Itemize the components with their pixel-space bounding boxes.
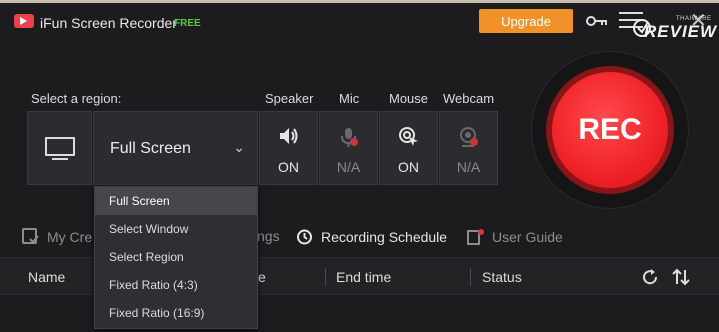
microphone-icon (340, 128, 358, 147)
tab-my-creations[interactable]: My Cre (22, 228, 92, 245)
speaker-toggle[interactable]: ON (259, 111, 318, 185)
column-divider (470, 268, 471, 286)
sort-icon[interactable] (672, 268, 690, 286)
region-label: Select a region: (31, 91, 122, 106)
mouse-click-icon (398, 127, 418, 146)
region-dropdown-menu: Full Screen Select Window Select Region … (94, 186, 258, 329)
rec-button-frame: REC (531, 51, 689, 209)
column-name[interactable]: Name (28, 269, 65, 285)
app-window: iFun Screen Recorder FREE Upgrade THAIWA… (0, 3, 719, 332)
webcam-toggle[interactable]: N/A (439, 111, 498, 185)
free-badge: FREE (174, 18, 201, 29)
key-icon[interactable] (586, 15, 608, 27)
webcam-status: N/A (456, 159, 481, 175)
region-select-value: Full Screen (110, 140, 191, 157)
guide-icon (467, 229, 484, 245)
speaker-label: Speaker (265, 91, 314, 106)
column-status[interactable]: Status (482, 269, 522, 285)
tab-my-creations-label: My Cre (47, 228, 93, 245)
dropdown-item-ratio-16-9[interactable]: Fixed Ratio (16:9) (95, 299, 257, 327)
tab-user-guide[interactable]: User Guide (467, 228, 563, 245)
mouse-label: Mouse (389, 91, 429, 106)
tab-settings[interactable]: ngs (257, 228, 280, 244)
refresh-icon[interactable] (641, 268, 659, 286)
speaker-icon (279, 128, 297, 144)
dropdown-item-full-screen[interactable]: Full Screen (95, 187, 257, 215)
chevron-down-icon: ⌄ (233, 139, 245, 155)
column-start-time[interactable]: e (258, 269, 266, 285)
column-divider (325, 268, 326, 286)
webcam-icon (459, 127, 478, 147)
speaker-status: ON (278, 159, 299, 175)
recorder-logo-icon (14, 14, 34, 28)
mic-status: N/A (336, 159, 361, 175)
dropdown-item-ratio-4-3[interactable]: Fixed Ratio (4:3) (95, 271, 257, 299)
region-select[interactable]: Full Screen ⌄ (93, 111, 258, 185)
rec-button[interactable]: REC (552, 72, 668, 188)
tab-recording-schedule-label: Recording Schedule (321, 228, 448, 245)
mouse-status: ON (398, 159, 419, 175)
title-bar: iFun Screen Recorder FREE Upgrade THAIWA… (0, 3, 719, 41)
full-screen-mode-button[interactable] (27, 111, 92, 185)
close-icon[interactable]: ✕ (690, 11, 707, 31)
mic-label: Mic (339, 91, 360, 106)
column-end-time[interactable]: End time (336, 269, 391, 285)
dropdown-item-select-window[interactable]: Select Window (95, 215, 257, 243)
mouse-toggle[interactable]: ON (379, 111, 438, 185)
clock-icon (297, 229, 312, 245)
tab-settings-label: ngs (257, 228, 280, 244)
creations-icon (22, 228, 39, 244)
webcam-label: Webcam (443, 91, 495, 106)
dropdown-item-select-region[interactable]: Select Region (95, 243, 257, 271)
monitor-icon (44, 137, 75, 160)
upgrade-button[interactable]: Upgrade (479, 9, 573, 33)
mic-toggle[interactable]: N/A (319, 111, 378, 185)
app-title: iFun Screen Recorder (40, 15, 177, 31)
tab-user-guide-label: User Guide (492, 228, 563, 245)
tab-recording-schedule[interactable]: Recording Schedule (296, 228, 447, 245)
